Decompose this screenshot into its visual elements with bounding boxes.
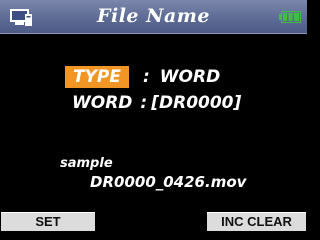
word-label: WORD — [72, 93, 133, 113]
screen-title: File Name — [97, 5, 210, 27]
sample-label: sample — [60, 156, 113, 171]
word-separator: : — [140, 93, 148, 113]
word-value[interactable]: [DR0000] — [151, 93, 241, 113]
device-screen: File Name TYPE: WORD WORD: [DR0000] sample… — [0, 0, 307, 231]
title-bar: File Name — [0, 0, 307, 34]
set-softkey[interactable]: SET — [1, 212, 95, 231]
sample-filename: DR0000_0426.mov — [90, 173, 247, 191]
word-setting-row[interactable]: WORD: [DR0000] — [72, 93, 241, 113]
type-separator: : — [142, 67, 150, 87]
battery-icon — [279, 11, 301, 23]
type-value[interactable]: WORD — [160, 67, 220, 87]
type-setting-row[interactable]: TYPE: WORD — [65, 66, 220, 90]
type-label[interactable]: TYPE — [65, 66, 129, 88]
inc-clear-softkey[interactable]: INC CLEAR — [207, 212, 306, 231]
